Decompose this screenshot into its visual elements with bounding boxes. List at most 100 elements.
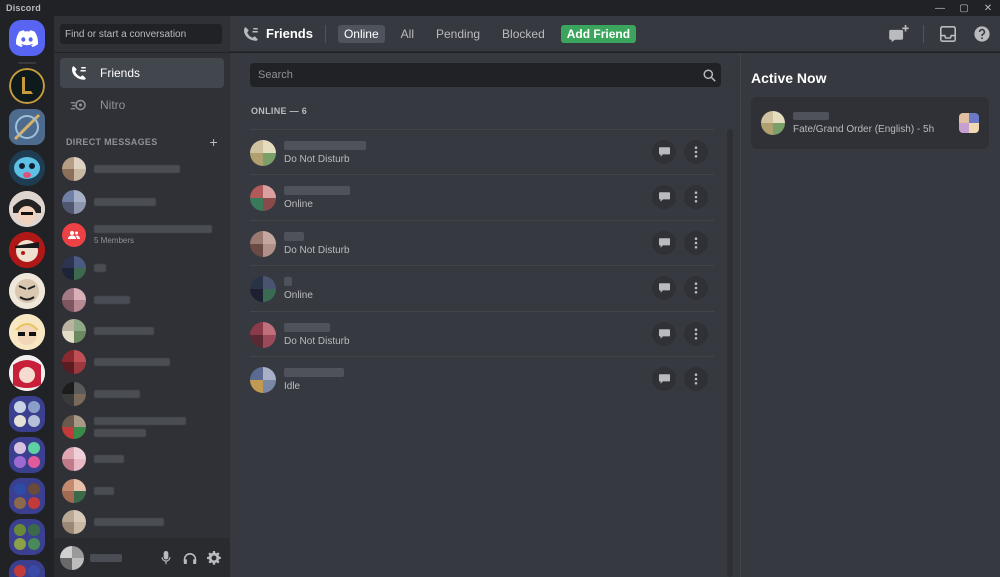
more-vertical-icon	[694, 328, 698, 340]
friend-row[interactable]: Online	[250, 265, 714, 311]
page-title-label: Friends	[266, 26, 313, 41]
server-icon-sunglasses[interactable]	[9, 314, 45, 350]
friend-row[interactable]: Do Not Disturb	[250, 311, 714, 357]
avatar	[250, 230, 276, 257]
tab-blocked[interactable]: Blocked	[496, 25, 551, 43]
friend-row[interactable]: Do Not Disturb	[250, 220, 714, 266]
server-folder-1[interactable]	[9, 396, 45, 432]
create-dm-button[interactable]: +	[210, 134, 218, 150]
dm-item[interactable]	[62, 410, 222, 444]
server-folder-4[interactable]	[9, 519, 45, 555]
message-button[interactable]	[652, 276, 676, 300]
more-vertical-icon	[694, 373, 698, 385]
friend-name-redacted	[284, 140, 366, 150]
tab-all[interactable]: All	[395, 25, 420, 43]
server-icon-ghost[interactable]	[9, 150, 45, 186]
microphone-icon[interactable]	[156, 548, 176, 568]
chat-bubble-icon	[658, 329, 670, 339]
dm-name-redacted	[94, 165, 180, 173]
dm-item[interactable]	[62, 285, 222, 315]
friends-list-panel: ONLINE — 6 Do Not Disturb Online	[230, 53, 740, 577]
avatar	[62, 382, 86, 406]
avatar	[250, 184, 276, 211]
page-title: Friends	[242, 26, 313, 42]
friend-status: Do Not Disturb	[284, 244, 350, 256]
more-vertical-icon	[694, 237, 698, 249]
add-friend-button[interactable]: Add Friend	[560, 24, 637, 43]
server-icon-blue[interactable]	[9, 109, 45, 145]
more-options-button[interactable]	[684, 185, 708, 209]
chat-bubble-icon	[658, 374, 670, 384]
server-folder-2[interactable]	[9, 437, 45, 473]
server-icon-anime-2[interactable]	[9, 355, 45, 391]
dm-item[interactable]	[62, 187, 222, 217]
sidebar-item-nitro[interactable]: Nitro	[60, 90, 224, 120]
title-bar: Discord — ▢ ✕	[0, 0, 1000, 16]
message-button[interactable]	[652, 367, 676, 391]
server-icon-league[interactable]	[9, 68, 45, 104]
server-icon-anime-1[interactable]	[9, 191, 45, 227]
dm-item[interactable]	[62, 154, 222, 184]
server-folder-5[interactable]	[9, 560, 45, 577]
server-icon-red[interactable]	[9, 232, 45, 268]
more-options-button[interactable]	[684, 367, 708, 391]
friend-name-redacted	[284, 367, 344, 377]
friends-header: Friends Online All Pending Blocked Add F…	[230, 16, 1000, 52]
dm-name-redacted	[94, 264, 106, 272]
header-divider	[324, 24, 326, 43]
inbox-icon[interactable]	[938, 24, 958, 44]
more-options-button[interactable]	[684, 231, 708, 255]
more-options-button[interactable]	[684, 140, 708, 164]
friends-icon	[70, 64, 88, 82]
dm-item[interactable]	[62, 444, 222, 474]
avatar	[62, 350, 86, 374]
server-icon-meme[interactable]	[9, 273, 45, 309]
dm-item[interactable]	[62, 507, 222, 537]
dm-sidebar: Friends Nitro DIRECT MESSAGES +	[54, 16, 230, 577]
more-options-button[interactable]	[684, 276, 708, 300]
dm-item-group[interactable]: 5 Members	[62, 218, 222, 252]
dm-item[interactable]	[62, 347, 222, 377]
tab-online[interactable]: Online	[337, 24, 385, 43]
dm-item[interactable]	[62, 253, 222, 283]
home-button[interactable]	[9, 20, 45, 56]
friend-status: Online	[284, 289, 313, 301]
search-icon	[697, 63, 721, 87]
user-panel	[54, 538, 230, 577]
server-rail	[0, 16, 54, 577]
server-folder-3[interactable]	[9, 478, 45, 514]
maximize-button[interactable]: ▢	[952, 0, 976, 16]
friend-search-input[interactable]	[250, 63, 697, 87]
minimize-button[interactable]: —	[928, 0, 952, 16]
friend-search	[250, 63, 721, 87]
header-divider	[923, 25, 924, 43]
avatar[interactable]	[60, 545, 84, 570]
conversation-search-input[interactable]	[60, 24, 222, 44]
tab-pending[interactable]: Pending	[430, 25, 486, 43]
headphones-icon[interactable]	[180, 548, 200, 568]
sidebar-item-friends[interactable]: Friends	[60, 58, 224, 88]
help-icon[interactable]	[972, 24, 992, 44]
more-options-button[interactable]	[684, 322, 708, 346]
username-redacted	[90, 553, 122, 562]
dm-item[interactable]	[62, 379, 222, 409]
settings-gear-icon[interactable]	[204, 548, 224, 568]
scrollbar[interactable]	[727, 129, 733, 577]
dm-item[interactable]	[62, 476, 222, 506]
game-thumbnail	[959, 113, 979, 133]
dm-name-redacted	[94, 296, 130, 304]
friend-row[interactable]: Do Not Disturb	[250, 129, 714, 175]
message-button[interactable]	[652, 185, 676, 209]
message-button[interactable]	[652, 322, 676, 346]
new-group-dm-icon[interactable]	[889, 24, 909, 44]
activity-card[interactable]: Fate/Grand Order (English) - 5h	[751, 97, 989, 149]
close-button[interactable]: ✕	[976, 0, 1000, 16]
friend-row[interactable]: Online	[250, 174, 714, 220]
dm-item[interactable]	[62, 316, 222, 346]
avatar	[62, 256, 86, 280]
friend-actions	[652, 231, 708, 255]
more-vertical-icon	[694, 191, 698, 203]
message-button[interactable]	[652, 140, 676, 164]
message-button[interactable]	[652, 231, 676, 255]
friend-row[interactable]: Idle	[250, 356, 714, 402]
